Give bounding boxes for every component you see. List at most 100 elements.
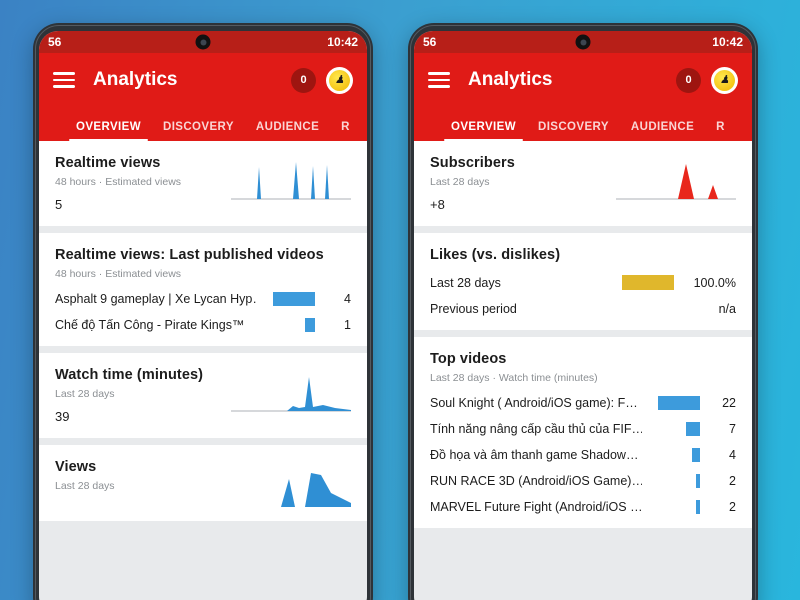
app-bar: Analytics 0 ♟	[414, 53, 752, 107]
card-value: 39	[55, 409, 70, 424]
card-watch-time[interactable]: Watch time (minutes) Last 28 days 39	[39, 353, 367, 438]
status-bar-left-text: 56	[423, 35, 437, 49]
card-likes[interactable]: Likes (vs. dislikes) Last 28 days 100.0%…	[414, 233, 752, 330]
row-label: RUN RACE 3D (Android/iOS Game)…	[430, 474, 642, 488]
row-value: 7	[729, 422, 736, 436]
row-bar	[305, 318, 315, 332]
list-item[interactable]: Soul Knight ( Android/iOS game): F… 22	[430, 396, 736, 410]
row-bar-container	[616, 275, 674, 290]
card-title: Realtime views: Last published videos	[55, 247, 324, 263]
tab-audience[interactable]: AUDIENCE	[245, 121, 330, 141]
list-item[interactable]: Tính năng nâng cấp cầu thủ của FIF… 7	[430, 422, 736, 436]
card-realtime-views[interactable]: Realtime views 48 hours · Estimated view…	[39, 141, 367, 226]
area-chart-blue-2-icon	[231, 473, 351, 507]
row-value: 100.0%	[693, 275, 736, 290]
list-item[interactable]: Đồ họa và âm thanh game Shadow… 4	[430, 448, 736, 462]
list-item[interactable]: Previous period n/a	[430, 302, 736, 316]
user-avatar-icon[interactable]: ♟	[326, 66, 353, 94]
row-label: Last 28 days	[430, 275, 501, 290]
list-item[interactable]: Asphalt 9 gameplay | Xe Lycan Hyp… 4	[55, 292, 351, 306]
row-bar	[622, 275, 674, 290]
row-bar-container	[642, 500, 700, 514]
list-item[interactable]: Chế độ Tấn Công - Pirate Kings™ 1	[55, 318, 351, 332]
tab-bar-left: OVERVIEW DISCOVERY AUDIENCE R	[39, 107, 367, 141]
spike-chart-blue-icon	[231, 162, 351, 200]
status-bar-time: 10:42	[712, 35, 743, 49]
avatar-glyph: ♟	[714, 69, 735, 91]
status-bar-left-text: 56	[48, 35, 62, 49]
row-value: 4	[729, 448, 736, 462]
row-bar	[696, 500, 700, 514]
row-label: Soul Knight ( Android/iOS game): F…	[430, 396, 638, 410]
tab-overview[interactable]: OVERVIEW	[440, 121, 527, 141]
content-area-right[interactable]: Subscribers Last 28 days +8 Likes (vs. d…	[414, 141, 752, 600]
hamburger-menu-icon[interactable]	[53, 68, 75, 92]
hamburger-menu-icon[interactable]	[428, 68, 450, 92]
card-top-videos[interactable]: Top videos Last 28 days · Watch time (mi…	[414, 337, 752, 528]
tab-discovery[interactable]: DISCOVERY	[152, 121, 245, 141]
camera-punch-hole-icon	[195, 34, 211, 50]
phone-device-left: 56 10:42 Analytics 0 ♟ OVERVIEW DISCOVER…	[33, 23, 373, 600]
phone-device-right: 56 10:42 Analytics 0 ♟ OVERVIEW DISCOVER…	[408, 23, 758, 600]
row-label: MARVEL Future Fight (Android/iOS …	[430, 500, 642, 514]
card-title: Views	[55, 459, 97, 475]
spike-chart-red-icon	[616, 164, 736, 200]
status-bar: 56 10:42	[414, 31, 752, 53]
card-subtitle: Last 28 days · Watch time (minutes)	[430, 372, 598, 384]
card-value: +8	[430, 197, 445, 212]
row-label: Chế độ Tấn Công - Pirate Kings™	[55, 318, 245, 332]
camera-punch-hole-icon	[575, 34, 591, 50]
tab-audience[interactable]: AUDIENCE	[620, 121, 705, 141]
row-value: n/a	[718, 302, 736, 316]
tab-partial[interactable]: R	[330, 121, 361, 141]
row-bar	[658, 396, 700, 410]
row-bar-container	[642, 396, 700, 410]
card-subtitle: 48 hours · Estimated views	[55, 176, 182, 188]
tab-discovery[interactable]: DISCOVERY	[527, 121, 620, 141]
row-label: Previous period	[430, 302, 517, 316]
tab-bar-right: OVERVIEW DISCOVERY AUDIENCE R	[414, 107, 752, 141]
list-item[interactable]: MARVEL Future Fight (Android/iOS … 2	[430, 500, 736, 514]
user-avatar-icon[interactable]: ♟	[711, 66, 738, 94]
app-bar: Analytics 0 ♟	[39, 53, 367, 107]
row-bar-container	[642, 474, 700, 488]
card-subtitle: 48 hours · Estimated views	[55, 268, 182, 280]
phone-screen-right: 56 10:42 Analytics 0 ♟ OVERVIEW DISCOVER…	[414, 31, 752, 600]
card-title: Realtime views	[55, 155, 161, 171]
card-realtime-last-published[interactable]: Realtime views: Last published videos 48…	[39, 233, 367, 346]
avatar-glyph: ♟	[329, 69, 350, 91]
card-subscribers[interactable]: Subscribers Last 28 days +8	[414, 141, 752, 226]
status-bar-time: 10:42	[327, 35, 358, 49]
row-value: 4	[344, 292, 351, 306]
card-subtitle: Last 28 days	[55, 388, 115, 400]
row-value: 1	[344, 318, 351, 332]
row-bar	[686, 422, 700, 436]
tab-partial[interactable]: R	[705, 121, 736, 141]
list-item[interactable]: RUN RACE 3D (Android/iOS Game)… 2	[430, 474, 736, 488]
phone-screen-left: 56 10:42 Analytics 0 ♟ OVERVIEW DISCOVER…	[39, 31, 367, 600]
card-subtitle: Last 28 days	[55, 480, 115, 492]
area-chart-blue-icon	[231, 377, 351, 412]
card-value: 5	[55, 197, 63, 212]
row-bar-container	[642, 448, 700, 462]
card-title: Subscribers	[430, 155, 515, 171]
row-bar	[273, 292, 315, 306]
notification-count-badge[interactable]: 0	[676, 67, 701, 93]
page-title: Analytics	[93, 69, 178, 90]
row-bar-container	[257, 318, 315, 332]
card-title: Likes (vs. dislikes)	[430, 247, 561, 263]
row-label: Đồ họa và âm thanh game Shadow…	[430, 448, 639, 462]
card-subtitle: Last 28 days	[430, 176, 490, 188]
row-bar	[692, 448, 700, 462]
list-item[interactable]: Last 28 days 100.0%	[430, 275, 736, 290]
row-bar-container	[257, 292, 315, 306]
notification-count-badge[interactable]: 0	[291, 67, 316, 93]
content-area-left[interactable]: Realtime views 48 hours · Estimated view…	[39, 141, 367, 600]
card-title: Top videos	[430, 351, 507, 367]
row-bar-container	[642, 422, 700, 436]
row-label: Asphalt 9 gameplay | Xe Lycan Hyp…	[55, 292, 257, 306]
card-views[interactable]: Views Last 28 days	[39, 445, 367, 521]
row-value: 2	[729, 474, 736, 488]
tab-overview[interactable]: OVERVIEW	[65, 121, 152, 141]
page-title: Analytics	[468, 69, 553, 90]
